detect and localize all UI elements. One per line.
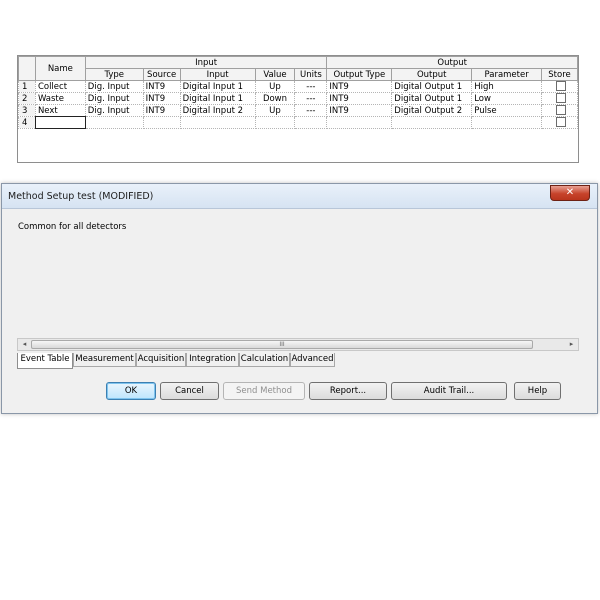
units-cell[interactable]: --- xyxy=(294,80,328,93)
send-method-button[interactable]: Send Method xyxy=(223,382,305,400)
tab-acquisition[interactable]: Acquisition xyxy=(136,353,186,367)
type-cell[interactable]: Dig. Input xyxy=(84,80,144,93)
audit-trail-button[interactable]: Audit Trail... xyxy=(391,382,507,400)
cancel-button[interactable]: Cancel xyxy=(160,382,219,400)
name-cell-editing[interactable] xyxy=(34,116,86,129)
name-cell[interactable]: Waste xyxy=(34,92,86,105)
header-value[interactable]: Value xyxy=(254,68,296,81)
input-cell[interactable]: Digital Input 1 xyxy=(179,80,256,93)
parameter-cell[interactable]: Low xyxy=(471,92,543,105)
event-table: Name Input Output Type Source Input Valu… xyxy=(17,55,579,163)
input-cell[interactable]: Digital Input 1 xyxy=(179,92,256,105)
header-group-output: Output xyxy=(326,56,578,69)
store-cell xyxy=(541,116,578,129)
table-row: 3 Next Dig. Input INT9 Digital Input 2 U… xyxy=(18,104,578,117)
output-type-cell[interactable]: INT9 xyxy=(326,92,393,105)
event-grid: Name Input Output Type Source Input Valu… xyxy=(18,56,578,129)
value-cell[interactable]: Up xyxy=(254,104,296,117)
value-cell[interactable]: Up xyxy=(254,80,296,93)
horizontal-scrollbar[interactable]: ◂ III ▸ xyxy=(17,338,579,351)
tab-measurement[interactable]: Measurement xyxy=(73,353,136,367)
tab-calculation[interactable]: Calculation xyxy=(239,353,290,367)
header-input[interactable]: Input xyxy=(179,68,256,81)
table-row: 2 Waste Dig. Input INT9 Digital Input 1 … xyxy=(18,92,578,105)
tab-event-table[interactable]: Event Table xyxy=(17,353,73,369)
units-cell[interactable] xyxy=(294,116,328,129)
header-parameter[interactable]: Parameter xyxy=(471,68,543,81)
parameter-cell[interactable] xyxy=(471,116,543,129)
type-cell[interactable]: Dig. Input xyxy=(84,104,144,117)
output-type-cell[interactable]: INT9 xyxy=(326,104,393,117)
store-cell xyxy=(541,80,578,93)
source-cell[interactable]: INT9 xyxy=(142,104,181,117)
tab-advanced[interactable]: Advanced xyxy=(290,353,335,367)
value-cell[interactable]: Down xyxy=(254,92,296,105)
output-cell[interactable] xyxy=(391,116,473,129)
source-cell[interactable]: INT9 xyxy=(142,92,181,105)
ok-button[interactable]: OK xyxy=(106,382,156,400)
store-cell xyxy=(541,92,578,105)
source-cell[interactable]: INT9 xyxy=(142,80,181,93)
units-cell[interactable]: --- xyxy=(294,104,328,117)
parameter-cell[interactable]: Pulse xyxy=(471,104,543,117)
header-units[interactable]: Units xyxy=(294,68,328,81)
output-type-cell[interactable] xyxy=(326,116,393,129)
report-button[interactable]: Report... xyxy=(309,382,387,400)
table-row: 4 xyxy=(18,116,578,129)
row-number[interactable]: 1 xyxy=(18,80,36,93)
input-cell[interactable] xyxy=(179,116,256,129)
store-cell xyxy=(541,104,578,117)
close-button[interactable]: ✕ xyxy=(550,185,590,201)
title-bar[interactable]: Method Setup test (MODIFIED) ✕ xyxy=(2,184,597,209)
type-cell[interactable]: Dig. Input xyxy=(84,92,144,105)
corner-cell xyxy=(18,56,36,81)
row-number[interactable]: 3 xyxy=(18,104,36,117)
store-checkbox[interactable] xyxy=(556,93,567,104)
header-group-input: Input xyxy=(84,56,328,69)
scroll-thumb[interactable]: III xyxy=(31,340,533,349)
header-output-type[interactable]: Output Type xyxy=(326,68,393,81)
output-cell[interactable]: Digital Output 2 xyxy=(391,104,473,117)
close-icon: ✕ xyxy=(565,187,575,198)
row-number[interactable]: 4 xyxy=(18,116,36,129)
output-cell[interactable]: Digital Output 1 xyxy=(391,92,473,105)
output-type-cell[interactable]: INT9 xyxy=(326,80,393,93)
value-cell[interactable] xyxy=(254,116,296,129)
source-cell[interactable] xyxy=(142,116,181,129)
name-cell[interactable]: Collect xyxy=(34,80,86,93)
scroll-left-icon[interactable]: ◂ xyxy=(19,339,30,350)
name-cell[interactable]: Next xyxy=(34,104,86,117)
header-name[interactable]: Name xyxy=(34,56,86,81)
scroll-right-icon[interactable]: ▸ xyxy=(566,339,577,350)
help-button[interactable]: Help xyxy=(514,382,561,400)
row-number[interactable]: 2 xyxy=(18,92,36,105)
parameter-cell[interactable]: High xyxy=(471,80,543,93)
window-title: Method Setup test (MODIFIED) xyxy=(8,191,154,202)
group-label: Common for all detectors xyxy=(18,222,127,232)
units-cell[interactable]: --- xyxy=(294,92,328,105)
store-checkbox[interactable] xyxy=(556,81,567,92)
header-output[interactable]: Output xyxy=(391,68,473,81)
store-checkbox[interactable] xyxy=(556,117,567,128)
method-setup-dialog: Method Setup test (MODIFIED) ✕ Common fo… xyxy=(1,183,598,414)
header-store[interactable]: Store xyxy=(541,68,578,81)
input-cell[interactable]: Digital Input 2 xyxy=(179,104,256,117)
grip-icon: III xyxy=(279,341,285,348)
header-type[interactable]: Type xyxy=(84,68,144,81)
output-cell[interactable]: Digital Output 1 xyxy=(391,80,473,93)
header-source[interactable]: Source xyxy=(142,68,181,81)
table-row: 1 Collect Dig. Input INT9 Digital Input … xyxy=(18,80,578,93)
type-cell[interactable] xyxy=(84,116,144,129)
store-checkbox[interactable] xyxy=(556,105,567,116)
tab-integration[interactable]: Integration xyxy=(186,353,239,367)
